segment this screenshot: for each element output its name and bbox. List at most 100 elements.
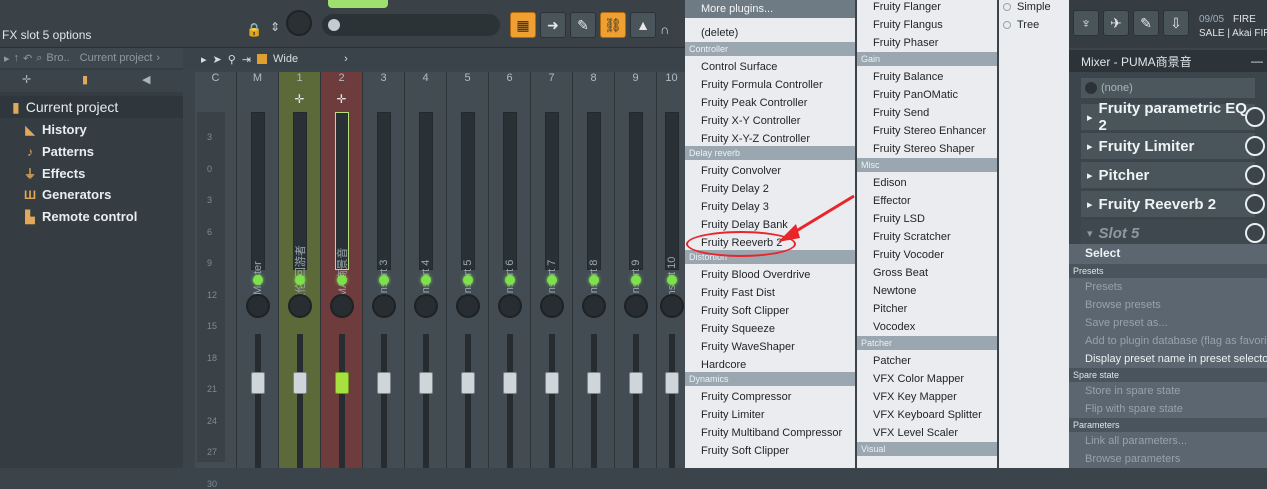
arrow-updown-icon[interactable]: ⇕ [270,20,280,34]
pin-icon[interactable]: ⚲ [228,53,236,66]
strip-enable-led[interactable] [252,275,263,285]
tree-item-effects[interactable]: ⏚ Effects [24,165,85,182]
mixer-strip[interactable]: MMaster [237,72,279,468]
menu-item[interactable]: Fruity Stereo Enhancer [857,122,997,140]
expand-arrow-icon[interactable]: ▸ [1087,111,1093,124]
fader-handle[interactable] [292,372,307,394]
play-icon[interactable]: ▸ [201,53,207,66]
tree-item-generators[interactable]: Ш Generators [24,187,111,202]
strip-enable-led[interactable] [666,275,677,285]
strip-enable-led[interactable] [504,275,515,285]
file-icon[interactable]: ▮ [82,73,88,86]
headphones-icon[interactable]: ∩ [660,22,669,37]
plug-icon[interactable]: ✎ [570,12,596,38]
pan-knob[interactable] [287,294,312,318]
volume-fader[interactable] [464,334,471,468]
mix-knob[interactable] [1245,223,1265,243]
tree-item-patterns[interactable]: ♪ Patterns [24,144,94,159]
fader-handle[interactable] [460,372,475,394]
more-plugins-item[interactable]: More plugins... [685,0,855,18]
arrow-icon[interactable]: ➤ [213,53,222,66]
plus-icon[interactable]: ✛ [22,73,31,86]
pointer-icon[interactable]: ⇥ [242,53,251,66]
volume-fader[interactable] [422,334,429,468]
menu-item[interactable]: Fruity Soft Clipper [685,442,855,460]
undo-icon[interactable]: ↶ [23,52,32,65]
menu-item[interactable]: VFX Keyboard Splitter [857,406,997,424]
arrow-right-icon[interactable]: ➜ [540,12,566,38]
expand-arrow-icon[interactable]: ▾ [1087,227,1093,240]
strip-enable-led[interactable] [588,275,599,285]
menu-item[interactable]: Fruity Squeeze [685,320,855,338]
download-icon[interactable]: ⇩ [1163,10,1189,36]
menu-item[interactable]: Fruity Multiband Compressor [685,424,855,442]
menu-item[interactable]: Fruity X-Y Controller [685,112,855,130]
menu-item[interactable]: VFX Level Scaler [857,424,997,442]
pan-knob[interactable] [413,294,438,318]
news-title[interactable]: FIRE [1233,14,1256,25]
radio-icon[interactable] [1003,3,1011,11]
menu-item[interactable]: Fruity Formula Controller [685,76,855,94]
input-select[interactable]: (none) [1081,78,1255,98]
mixer-mode-label[interactable]: Wide [273,53,298,65]
piano-roll-icon[interactable]: ▦ [510,12,536,38]
menu-item[interactable]: VFX Color Mapper [857,370,997,388]
menu-item[interactable]: Fruity Peak Controller [685,94,855,112]
fx-slot[interactable]: ▸ Fruity Reeverb 2 [1081,191,1265,217]
current-project-header[interactable]: ▮ Current project [0,96,183,118]
expand-arrow-icon[interactable]: ▸ [1087,169,1093,182]
menu-item[interactable]: Pitcher [857,300,997,318]
master-volume-knob[interactable] [286,10,312,36]
mixer-strip[interactable]: 6Insert 6 [489,72,531,468]
strip-enable-led[interactable] [378,275,389,285]
fader-handle[interactable] [418,372,433,394]
mixer-strip[interactable]: 10Insert 10 [657,72,687,468]
menu-item[interactable]: Control Surface [685,58,855,76]
strip-enable-led[interactable] [546,275,557,285]
up-arrow-icon[interactable]: ↑ [14,52,20,64]
select-header[interactable]: Select [1069,244,1267,262]
delete-item[interactable]: (delete) [685,24,855,42]
news-subtitle[interactable]: SALE | Akai FIRE [1199,28,1267,39]
chevron-right-icon[interactable]: › [156,52,160,64]
hat-icon[interactable]: ▲ [630,12,656,38]
mixer-strip[interactable]: 5Insert 5 [447,72,489,468]
menu-item[interactable]: Fruity Phaser [857,34,997,52]
mixer-strip[interactable]: 7Insert 7 [531,72,573,468]
menu-item[interactable]: Fruity PanOMatic [857,86,997,104]
mix-knob[interactable] [1245,194,1265,214]
fader-handle[interactable] [586,372,601,394]
mixer-strip[interactable]: 9Insert 9 [615,72,657,468]
strip-enable-led[interactable] [336,275,347,285]
wrench-icon[interactable]: ✈ [1103,10,1129,36]
pan-knob[interactable] [455,294,480,318]
fader-handle[interactable] [544,372,559,394]
menu-item[interactable]: Fruity Scratcher [857,228,997,246]
expand-arrow-icon[interactable]: ▸ [1087,140,1093,153]
fader-handle[interactable] [628,372,643,394]
minimize-icon[interactable]: — [1251,54,1263,68]
pan-knob[interactable] [539,294,564,318]
fader-handle[interactable] [664,372,679,394]
volume-fader[interactable] [548,334,555,468]
speaker-icon[interactable]: ◀ [142,73,150,86]
checkbox-icon[interactable] [257,54,268,64]
volume-fader[interactable] [254,334,261,468]
brush-icon[interactable]: ✎ [1133,10,1159,36]
mixer-strip[interactable]: 3Insert 3 [363,72,405,468]
strip-enable-led[interactable] [462,275,473,285]
volume-fader[interactable] [632,334,639,468]
menu-item[interactable]: Effector [857,192,997,210]
strip-enable-led[interactable] [420,275,431,285]
pan-knob[interactable] [245,294,270,318]
volume-fader[interactable] [668,334,675,468]
chevron-right-icon[interactable]: › [344,53,348,65]
pan-knob[interactable] [371,294,396,318]
fader-handle[interactable] [334,372,349,394]
pitch-slider[interactable] [322,14,500,36]
radio-icon[interactable] [1003,21,1011,29]
menu-item[interactable]: Fruity Blood Overdrive [685,266,855,284]
strip-enable-led[interactable] [294,275,305,285]
link-icon[interactable]: ⛓ [600,12,626,38]
volume-fader[interactable] [590,334,597,468]
